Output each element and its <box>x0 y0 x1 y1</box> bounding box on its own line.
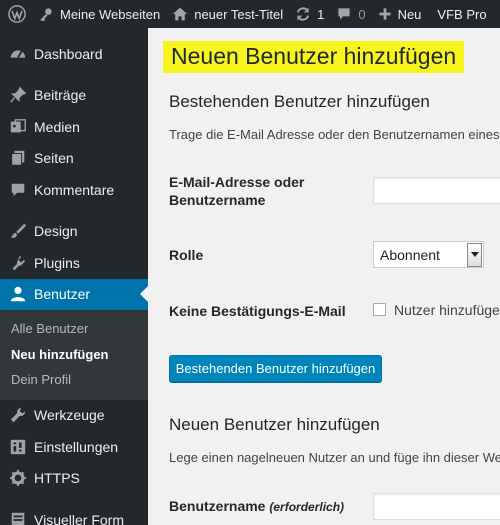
page-title: Neuen Benutzer hinzufügen <box>163 41 465 73</box>
existing-user-description: Trage die E-Mail Adresse oder den Benutz… <box>169 127 500 142</box>
my-sites-menu[interactable]: Meine Webseiten <box>32 0 166 28</box>
dashboard-icon <box>8 44 28 64</box>
comments-count: 0 <box>358 6 366 22</box>
chevron-down-icon <box>467 243 482 267</box>
sidebar-item-comments[interactable]: Kommentare <box>0 174 148 206</box>
submenu-your-profile[interactable]: Dein Profil <box>0 367 148 393</box>
sidebar-item-users[interactable]: Benutzer <box>0 278 148 310</box>
sidebar-item-media[interactable]: Medien <box>0 111 148 143</box>
sidebar-item-label: Visueller Form <box>34 511 124 525</box>
key-icon <box>40 8 52 22</box>
submenu-add-new[interactable]: Neu hinzufügen <box>0 342 148 368</box>
vfb-pro-label: VFB Pro <box>437 6 487 22</box>
new-user-description: Lege einen nagelneuen Nutzer an und füge… <box>169 450 500 465</box>
wordpress-icon <box>8 5 26 23</box>
brush-icon <box>8 221 28 241</box>
sidebar-item-label: HTTPS <box>34 470 80 487</box>
plugin-icon <box>8 253 28 273</box>
sidebar-item-label: Werkzeuge <box>34 407 105 424</box>
sidebar-item-label: Einstellungen <box>34 438 119 455</box>
sidebar-item-label: Design <box>34 223 78 240</box>
users-submenu: Alle Benutzer Neu hinzufügen Dein Profil <box>0 310 148 400</box>
comments-icon <box>8 180 28 200</box>
sidebar-item-label: Plugins <box>34 254 80 271</box>
updates-link[interactable]: 1 <box>289 0 330 28</box>
sidebar-item-tools[interactable]: Werkzeuge <box>0 400 148 432</box>
wordpress-logo-button[interactable] <box>0 0 32 28</box>
add-existing-user-button[interactable]: Bestehenden Benutzer hinzufügen <box>169 355 382 382</box>
no-confirmation-label: Keine Bestätigungs-E-Mail <box>169 303 346 319</box>
sidebar-item-plugins[interactable]: Plugins <box>0 247 148 279</box>
admin-bar: Meine Webseiten neuer Test-Titel 1 0 Neu… <box>0 0 500 28</box>
new-content-menu[interactable]: Neu <box>372 0 428 28</box>
username-label-text: Benutzername <box>169 498 266 514</box>
role-select[interactable]: Abonnent <box>373 241 484 268</box>
updates-count: 1 <box>317 6 325 22</box>
media-icon <box>8 117 28 137</box>
existing-user-heading: Bestehenden Benutzer hinzufügen <box>169 92 430 111</box>
sidebar-item-label: Kommentare <box>34 181 115 198</box>
sidebar-item-posts[interactable]: Beiträge <box>0 80 148 112</box>
email-or-username-input[interactable] <box>373 177 500 204</box>
new-user-heading: Neuen Benutzer hinzufügen <box>169 415 380 434</box>
comments-link[interactable]: 0 <box>330 0 371 28</box>
username-input[interactable] <box>373 493 500 520</box>
user-icon <box>8 284 28 304</box>
gear-icon <box>8 468 28 488</box>
form-icon <box>8 510 28 525</box>
wrench-icon <box>8 405 28 425</box>
sidebar-item-label: Beiträge <box>34 87 87 104</box>
plus-icon <box>378 8 391 20</box>
comment-icon <box>338 8 350 20</box>
new-content-label: Neu <box>397 6 422 22</box>
pages-icon <box>8 148 28 168</box>
sidebar-item-settings[interactable]: Einstellungen <box>0 431 148 463</box>
submenu-all-users[interactable]: Alle Benutzer <box>0 316 148 342</box>
sidebar-item-pages[interactable]: Seiten <box>0 143 148 175</box>
no-confirmation-text: Nutzer hinzufüge <box>394 302 500 318</box>
email-or-username-label: E-Mail-Adresse oder Benutzername <box>169 174 305 208</box>
sidebar-item-design[interactable]: Design <box>0 216 148 248</box>
settings-icon <box>8 437 28 457</box>
username-required-note: (erforderlich) <box>269 500 345 514</box>
site-name-menu[interactable]: neuer Test-Titel <box>166 0 289 28</box>
home-icon <box>173 7 188 21</box>
sidebar-item-label: Seiten <box>34 150 74 167</box>
sidebar-item-label: Medien <box>34 118 80 135</box>
no-confirmation-checkbox[interactable] <box>373 303 386 316</box>
role-label: Rolle <box>169 247 204 263</box>
sidebar-item-label: Dashboard <box>34 45 103 62</box>
vfb-pro-menu[interactable]: VFB Pro <box>427 0 492 28</box>
site-name-label: neuer Test-Titel <box>194 6 284 22</box>
sidebar-item-label: Benutzer <box>34 286 91 303</box>
username-label: Benutzername (erforderlich) <box>169 497 344 516</box>
my-sites-label: Meine Webseiten <box>60 6 161 22</box>
sidebar-item-visual-form[interactable]: Visueller Form <box>0 504 148 525</box>
main-content: Neuen Benutzer hinzufügen Bestehenden Be… <box>148 28 500 525</box>
pin-icon <box>8 85 28 105</box>
admin-sidebar: Dashboard Beiträge Medien Seiten Komment… <box>0 28 148 525</box>
update-icon <box>296 7 310 21</box>
role-select-value: Abonnent <box>380 247 440 263</box>
sidebar-item-dashboard[interactable]: Dashboard <box>0 38 148 70</box>
sidebar-item-https[interactable]: HTTPS <box>0 463 148 495</box>
